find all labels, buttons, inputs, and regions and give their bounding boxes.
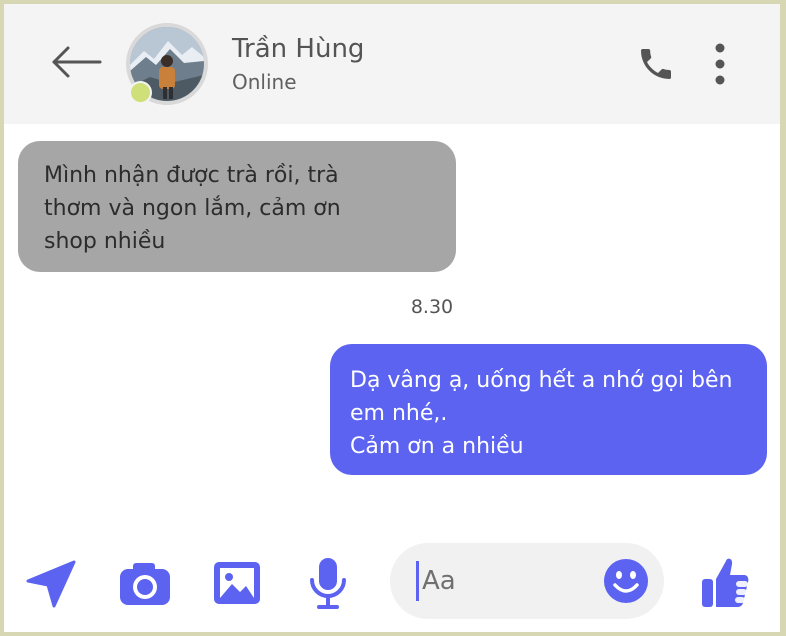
- send-location-button[interactable]: [24, 559, 78, 609]
- send-location-icon: [26, 560, 76, 608]
- contact-name: Trần Hùng: [232, 34, 365, 64]
- message-composer: [390, 543, 664, 619]
- message-line: shop nhiều: [44, 229, 166, 254]
- contact-avatar-wrapper[interactable]: [126, 23, 208, 105]
- online-status-dot: [129, 81, 152, 104]
- message-line: thơm và ngon lắm, cảm ơn: [44, 196, 341, 221]
- thumbs-up-icon: [702, 558, 749, 607]
- message-line: Mình nhận được trà rồi, trà: [44, 163, 339, 188]
- camera-icon: [120, 563, 170, 605]
- smiley-icon: [604, 559, 648, 603]
- text-cursor: [416, 561, 419, 601]
- microphone-icon: [310, 558, 346, 609]
- more-vertical-icon: [715, 43, 725, 85]
- message-input[interactable]: [422, 559, 572, 603]
- message-line: em nhé,.: [350, 401, 448, 426]
- microphone-button[interactable]: [308, 556, 348, 610]
- message-timestamp: 8.30: [410, 296, 454, 318]
- chat-window: Trần Hùng Online Mình nhận được trà rồi,…: [4, 4, 780, 632]
- back-button[interactable]: [48, 40, 104, 84]
- more-options-button[interactable]: [708, 40, 732, 88]
- image-icon: [214, 562, 260, 604]
- like-button[interactable]: [700, 555, 750, 609]
- arrow-left-icon: [52, 46, 102, 78]
- call-button[interactable]: [636, 44, 676, 84]
- phone-icon: [641, 49, 671, 79]
- image-button[interactable]: [212, 560, 262, 606]
- contact-status: Online: [232, 70, 297, 94]
- emoji-button[interactable]: [602, 557, 650, 605]
- outgoing-message-bubble[interactable]: Dạ vâng ạ, uống hết a nhớ gọi bên em nhé…: [330, 344, 767, 475]
- message-line: Dạ vâng ạ, uống hết a nhớ gọi bên: [350, 368, 733, 393]
- chat-header: Trần Hùng Online: [4, 4, 780, 124]
- camera-button[interactable]: [118, 561, 172, 607]
- message-line: Cảm ơn a nhiều: [350, 434, 524, 459]
- incoming-message-bubble[interactable]: Mình nhận được trà rồi, trà thơm và ngon…: [18, 141, 456, 272]
